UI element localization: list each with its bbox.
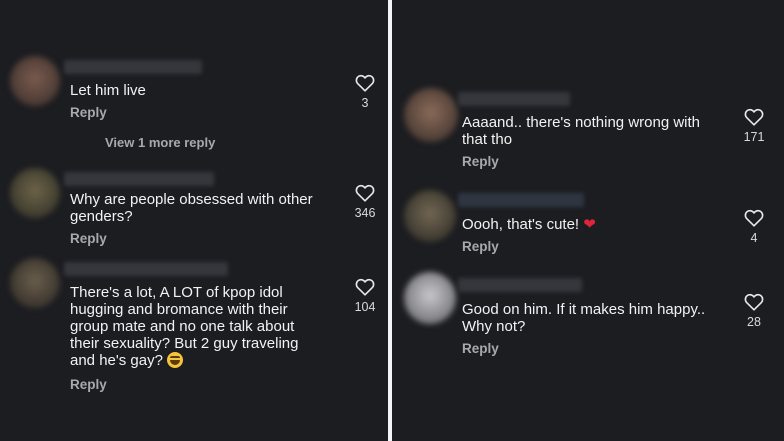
username-blurred[interactable]	[458, 193, 584, 207]
reply-button[interactable]: Reply	[462, 154, 499, 169]
like-control: 4	[734, 209, 774, 245]
heart-outline-icon[interactable]	[744, 293, 764, 311]
username-blurred[interactable]	[458, 92, 570, 106]
avatar[interactable]	[10, 56, 60, 106]
laughing-emoji-icon	[167, 352, 184, 368]
like-control: 171	[734, 108, 774, 144]
like-control: 104	[345, 278, 385, 314]
avatar[interactable]	[404, 190, 456, 242]
username-blurred[interactable]	[64, 60, 202, 74]
like-control: 3	[345, 74, 385, 110]
like-count: 171	[743, 130, 765, 144]
username-blurred[interactable]	[458, 278, 582, 292]
heart-outline-icon[interactable]	[355, 278, 375, 296]
avatar[interactable]	[10, 258, 60, 308]
heart-outline-icon[interactable]	[355, 74, 375, 92]
like-count: 346	[354, 206, 376, 220]
comment-text-body: Oooh, that's cute!	[462, 216, 580, 233]
left-comments-panel: Let him live Reply View 1 more reply 3 W…	[0, 0, 388, 441]
comment-text: Let him live	[70, 82, 146, 99]
avatar[interactable]	[404, 272, 456, 324]
red-heart-emoji-icon: ❤	[583, 216, 596, 233]
comment-text: Why are people obsessed with other gende…	[70, 191, 313, 225]
comment-text-body: There's a lot, A LOT of kpop idol huggin…	[70, 284, 299, 369]
like-count: 3	[361, 96, 369, 110]
view-more-replies-button[interactable]: View 1 more reply	[105, 135, 215, 150]
like-control: 346	[345, 184, 385, 220]
comment-text: Aaaand.. there's nothing wrong with that…	[462, 114, 701, 148]
avatar[interactable]	[10, 168, 60, 218]
heart-outline-icon[interactable]	[744, 108, 764, 126]
comment-text: Good on him. If it makes him happy.. Why…	[462, 301, 706, 335]
username-blurred[interactable]	[64, 172, 214, 186]
reply-button[interactable]: Reply	[70, 377, 107, 392]
like-count: 28	[747, 315, 761, 329]
right-comments-panel: Aaaand.. there's nothing wrong with that…	[392, 0, 784, 441]
heart-outline-icon[interactable]	[355, 184, 375, 202]
reply-button[interactable]: Reply	[462, 341, 499, 356]
like-count: 4	[750, 231, 758, 245]
like-control: 28	[734, 293, 774, 329]
comment-text: There's a lot, A LOT of kpop idol huggin…	[70, 284, 298, 369]
reply-button[interactable]: Reply	[462, 239, 499, 254]
username-blurred[interactable]	[64, 262, 228, 276]
reply-button[interactable]: Reply	[70, 105, 107, 120]
avatar[interactable]	[404, 88, 458, 142]
comment-text: Oooh, that's cute! ❤	[462, 216, 596, 233]
like-count: 104	[354, 300, 376, 314]
heart-outline-icon[interactable]	[744, 209, 764, 227]
reply-button[interactable]: Reply	[70, 231, 107, 246]
